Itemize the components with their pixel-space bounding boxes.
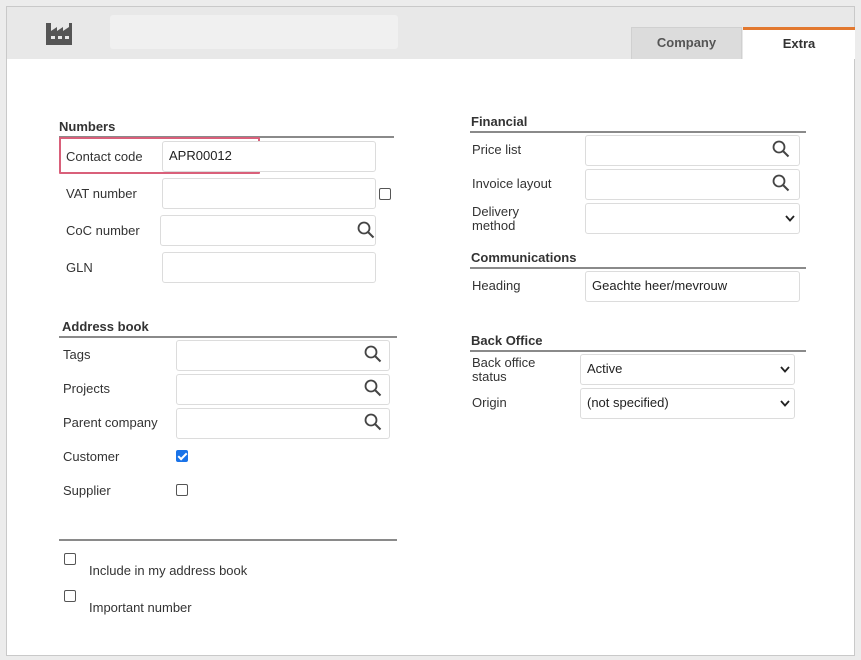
communications-section-title: Communications	[470, 250, 806, 269]
invoice-layout-field[interactable]	[585, 169, 800, 200]
contact-code-field[interactable]: APR00012	[162, 141, 376, 172]
tab-company[interactable]: Company	[631, 27, 742, 59]
back-office-status-label-line1: Back office	[472, 355, 536, 370]
vat-number-field[interactable]	[162, 178, 376, 209]
delivery-method-label-line1: Delivery	[472, 204, 519, 219]
customer-checkbox[interactable]	[176, 450, 188, 462]
address-book-divider	[59, 539, 397, 541]
gln-field[interactable]	[162, 252, 376, 283]
back-office-section-title: Back Office	[470, 333, 806, 352]
coc-search-icon[interactable]	[357, 221, 375, 239]
coc-number-label: CoC number	[66, 223, 140, 238]
numbers-section-title: Numbers	[59, 119, 394, 138]
coc-number-field[interactable]	[160, 215, 376, 246]
important-number-label: Important number	[89, 600, 192, 615]
delivery-method-select[interactable]	[585, 203, 800, 234]
tags-label: Tags	[63, 347, 91, 362]
vat-checkbox[interactable]	[379, 188, 391, 200]
heading-field[interactable]: Geachte heer/mevrouw	[585, 271, 800, 302]
delivery-method-label-line2: method	[472, 218, 516, 233]
heading-label: Heading	[472, 278, 521, 293]
projects-field[interactable]	[176, 374, 390, 405]
back-office-status-select[interactable]: Active	[580, 354, 795, 385]
origin-select[interactable]: (not specified)	[580, 388, 795, 419]
supplier-checkbox[interactable]	[176, 484, 188, 496]
gln-label: GLN	[66, 260, 93, 275]
customer-label: Customer	[63, 449, 120, 464]
supplier-label: Supplier	[63, 483, 111, 498]
origin-label: Origin	[472, 395, 507, 410]
title-placeholder	[110, 15, 398, 49]
price-list-search-icon[interactable]	[772, 140, 790, 158]
factory-icon	[46, 23, 72, 45]
contact-window: Company Extra Numbers Contact code APR00…	[6, 6, 855, 656]
financial-section-title: Financial	[470, 114, 806, 133]
parent-company-label: Parent company	[63, 415, 158, 430]
tags-field[interactable]	[176, 340, 390, 371]
include-address-book-label: Include in my address book	[89, 563, 248, 578]
back-office-status-label-line2: status	[472, 369, 507, 384]
important-number-checkbox[interactable]	[64, 590, 76, 602]
parent-company-field[interactable]	[176, 408, 390, 439]
include-address-book-checkbox[interactable]	[64, 553, 76, 565]
invoice-layout-label: Invoice layout	[472, 176, 552, 191]
price-list-field[interactable]	[585, 135, 800, 166]
price-list-label: Price list	[472, 142, 522, 157]
tags-search-icon[interactable]	[364, 345, 382, 363]
topbar: Company Extra	[7, 7, 855, 59]
contact-code-label: Contact code	[66, 149, 143, 164]
delivery-method-chevron-down-icon[interactable]	[785, 215, 795, 222]
tab-extra[interactable]: Extra	[743, 27, 855, 59]
back-office-status-chevron-down-icon[interactable]	[780, 366, 790, 373]
vat-number-label: VAT number	[66, 186, 137, 201]
address-book-section-title: Address book	[59, 319, 397, 338]
projects-label: Projects	[63, 381, 110, 396]
invoice-layout-search-icon[interactable]	[772, 174, 790, 192]
parent-company-search-icon[interactable]	[364, 413, 382, 431]
projects-search-icon[interactable]	[364, 379, 382, 397]
origin-chevron-down-icon[interactable]	[780, 400, 790, 407]
